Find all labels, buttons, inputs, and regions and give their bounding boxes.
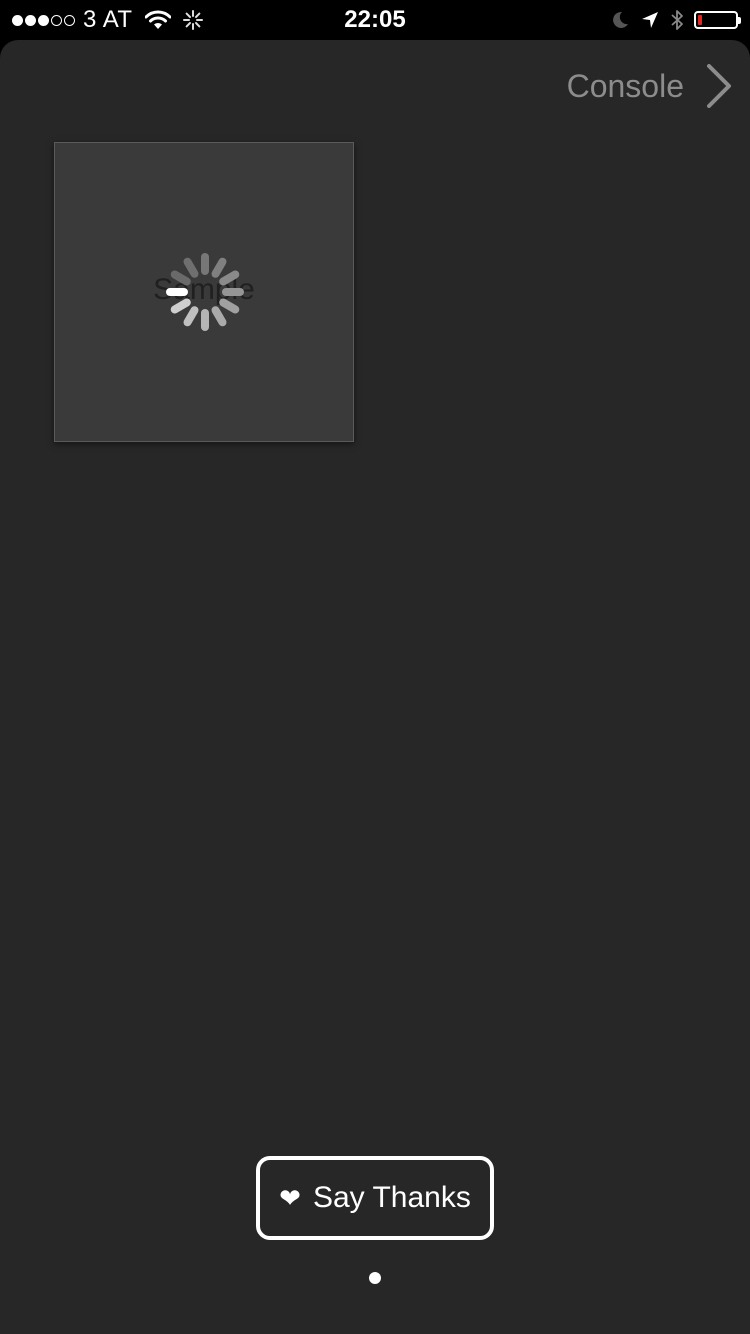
battery-icon xyxy=(694,11,741,29)
loading-spinner-icon xyxy=(166,253,244,331)
chevron-right-icon xyxy=(707,64,731,108)
moon-icon xyxy=(613,11,628,28)
console-nav-button[interactable]: Console xyxy=(567,64,732,108)
sample-tile[interactable]: Sample xyxy=(54,142,354,442)
location-icon xyxy=(642,12,658,28)
say-thanks-label: Say Thanks xyxy=(312,1181,471,1214)
battery-level-fill xyxy=(698,15,702,25)
console-label: Console xyxy=(566,67,684,104)
status-bar: 3 AT 22:05 xyxy=(0,0,750,40)
page-indicator-dot xyxy=(369,1272,381,1284)
status-right xyxy=(600,8,741,32)
say-thanks-button[interactable]: ❤ Say Thanks xyxy=(256,1156,494,1240)
bluetooth-icon xyxy=(671,10,683,30)
heart-icon: ❤ xyxy=(279,1182,301,1213)
app-screen: Console Sample ❤ Say Thanks xyxy=(0,40,750,1334)
